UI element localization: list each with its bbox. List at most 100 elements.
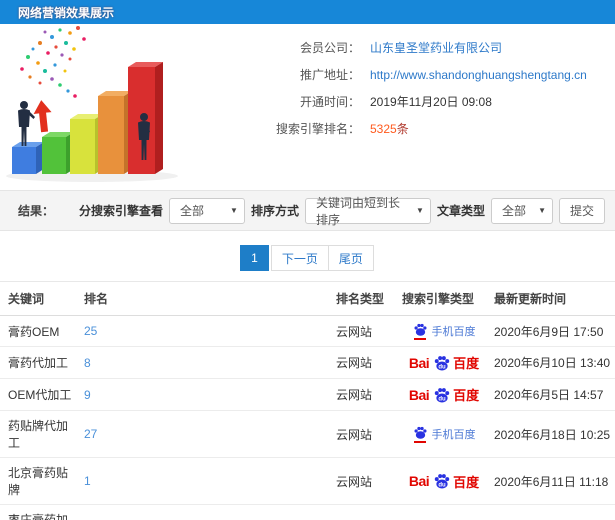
rank-count-number: 5325 (370, 122, 397, 136)
up-arrow-graphic (33, 100, 52, 133)
table-row: 膏药OEM 25 云网站 手机百度 2020年6月9日 17:50 (0, 315, 615, 347)
engine-cell: 手机百度 (398, 410, 490, 458)
baidu-logo: Bai du 百度 (402, 353, 486, 372)
table-row: OEM代加工 9 云网站 Bai du 百度 2020年6月5日 14:57 (0, 378, 615, 411)
svg-text:du: du (438, 396, 446, 402)
url-label: 推广地址： (299, 68, 360, 82)
table-row: 枣庄膏药加工1,4,6云网站手机百度2020年6月18日 10:19 (0, 504, 615, 520)
open-time-label: 开通时间： (299, 95, 360, 109)
rank-cell: 9 (80, 378, 332, 411)
info-section: 会员公司： 山东皇圣堂药业有限公司 推广地址： http://www.shand… (0, 24, 615, 190)
rank-count-suffix: 条 (396, 122, 409, 136)
updated-cell: 2020年6月11日 11:18 (490, 457, 615, 505)
businessman-left (18, 101, 35, 146)
rank-type-cell: 云网站 (332, 378, 398, 411)
baidu-underline (414, 338, 426, 340)
updated-cell: 2020年6月18日 10:25 (490, 410, 615, 458)
chevron-down-icon: ▼ (416, 206, 424, 215)
mobile-baidu-label: 手机百度 (431, 326, 476, 338)
rank-type-cell: 云网站 (332, 457, 398, 505)
rank-cell: 1 (80, 457, 332, 505)
baidu-cn-text: 百度 (453, 356, 480, 371)
company-link[interactable]: 山东皇圣堂药业有限公司 (370, 39, 502, 56)
svg-text:du: du (438, 482, 446, 488)
confetti-dots (20, 26, 86, 98)
updated-cell: 2020年6月18日 10:19 (490, 504, 615, 520)
page-1-button[interactable]: 1 (240, 245, 269, 271)
info-row-rankcount: 搜索引擎排名： 5325条 (192, 115, 615, 142)
mobile-baidu-logo: 手机百度 (402, 322, 486, 340)
rank-link[interactable]: 25 (84, 324, 97, 338)
rank-link[interactable]: 8 (84, 356, 91, 370)
updated-cell: 2020年6月10日 13:40 (490, 346, 615, 379)
rank-link[interactable]: 1 (84, 474, 91, 488)
header-keyword: 关键词 (0, 281, 80, 316)
keyword-cell: 枣庄膏药加工 (0, 504, 80, 520)
baidu-cn-text: 百度 (453, 474, 480, 490)
submit-button[interactable]: 提交 (558, 197, 605, 224)
engine-filter-select[interactable]: 全部 ▼ (168, 197, 245, 224)
rank-link[interactable]: 27 (84, 427, 97, 441)
promo-url-link[interactable]: http://www.shandonghuangshengtang.cn (370, 68, 587, 82)
sort-value: 关键词由短到长排序 (315, 195, 400, 227)
keyword-cell: OEM代加工 (0, 378, 80, 411)
chevron-down-icon: ▼ (538, 206, 546, 215)
baidu-paw-icon: du (434, 387, 450, 402)
baidu-underline (414, 441, 426, 443)
result-label: 结果： (18, 204, 55, 218)
rank-type-cell: 云网站 (332, 315, 398, 347)
rank-type-cell: 云网站 (332, 504, 398, 520)
baidu-paw-icon: du (434, 355, 450, 370)
next-page-button[interactable]: 下一页 (270, 245, 329, 271)
info-row-company: 会员公司： 山东皇圣堂药业有限公司 (192, 34, 615, 61)
table-row: 膏药代加工 8 云网站 Bai du 百度 2020年6月10日 13:40 (0, 346, 615, 379)
open-time-value: 2019年11月20日 09:08 (370, 95, 492, 109)
mobile-baidu-logo: 手机百度 (402, 425, 486, 443)
page-title: 网络营销效果展示 (18, 5, 115, 20)
svg-text:du: du (438, 364, 446, 370)
info-row-opened: 开通时间： 2019年11月20日 09:08 (192, 88, 615, 115)
sort-select[interactable]: 关键词由短到长排序 ▼ (304, 196, 431, 227)
company-info: 会员公司： 山东皇圣堂药业有限公司 推广地址： http://www.shand… (192, 24, 615, 190)
article-type-select[interactable]: 全部 ▼ (490, 197, 553, 224)
sort-label: 排序方式 (250, 204, 299, 218)
header-rank-type: 排名类型 (332, 281, 398, 316)
info-row-url: 推广地址： http://www.shandonghuangshengtang.… (192, 61, 615, 88)
rank-cell: 25 (80, 315, 332, 347)
pagination: 1 下一页 尾页 (0, 245, 615, 271)
filter-bar: 结果： 分搜索引擎查看 全部 ▼ 排序方式 关键词由短到长排序 ▼ 文章类型 全… (0, 190, 615, 231)
rank-count-label: 搜索引擎排名： (275, 122, 360, 136)
rank-count-value: 5325条 (370, 120, 409, 137)
keyword-cell: 膏药OEM (0, 315, 80, 347)
header-rank: 排名 (80, 281, 332, 316)
baidu-bai-text: Bai (408, 473, 430, 489)
growth-chart-graphic (6, 26, 178, 182)
baidu-paw-icon (414, 323, 426, 336)
baidu-cn-text: 百度 (453, 388, 480, 403)
baidu-logo: Bai du 百度 (402, 472, 486, 491)
baidu-bai-text: Bai (408, 386, 430, 403)
engine-cell: Bai du 百度 (398, 346, 490, 379)
keyword-cell: 药贴牌代加工 (0, 410, 80, 458)
engine-filter-label: 分搜索引擎查看 (78, 204, 163, 218)
baidu-bai-text: Bai (408, 354, 430, 371)
baidu-paw-icon: du (434, 474, 450, 489)
rank-link[interactable]: 9 (84, 388, 91, 402)
header-engine-type: 搜索引擎类型 (398, 281, 490, 316)
rank-cell: 8 (80, 346, 332, 379)
last-page-button[interactable]: 尾页 (327, 245, 374, 271)
baidu-logo: Bai du 百度 (402, 385, 486, 404)
chevron-down-icon: ▼ (230, 206, 238, 215)
keyword-cell: 膏药代加工 (0, 346, 80, 379)
table-header-row: 关键词 排名 排名类型 搜索引擎类型 最新更新时间 (0, 281, 615, 316)
header-bar: 网络营销效果展示 (0, 0, 615, 24)
company-label: 会员公司： (299, 41, 360, 55)
bar-chart-illustration (0, 24, 192, 186)
rank-type-cell: 云网站 (332, 410, 398, 458)
updated-cell: 2020年6月9日 17:50 (490, 315, 615, 347)
engine-cell: 手机百度 (398, 315, 490, 347)
engine-cell: 手机百度 (398, 504, 490, 520)
table-row: 药贴牌代加工 27 云网站 手机百度 2020年6月18日 10:25 (0, 410, 615, 458)
rank-cell: 27 (80, 410, 332, 458)
article-type-value: 全部 (501, 204, 526, 218)
